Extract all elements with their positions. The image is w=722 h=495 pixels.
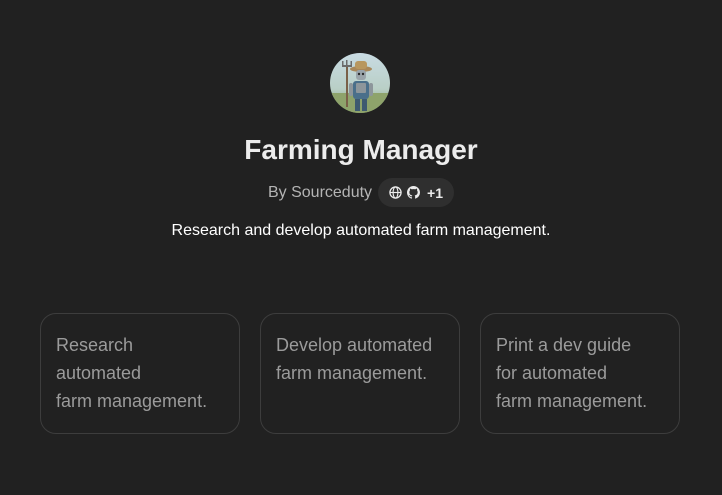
links-pill[interactable]: +1 bbox=[378, 178, 455, 207]
links-extra-count: +1 bbox=[427, 184, 444, 201]
conversation-starter-3[interactable]: Print a dev guide for automated farm man… bbox=[480, 313, 680, 434]
conversation-starter-2[interactable]: Develop automated farm management. bbox=[260, 313, 460, 434]
byline: By Sourceduty +1 bbox=[0, 178, 722, 207]
gpt-description: Research and develop automated farm mana… bbox=[171, 222, 551, 239]
farmer-robot-avatar-icon bbox=[330, 53, 390, 113]
author-name: By Sourceduty bbox=[267, 183, 373, 201]
github-icon bbox=[407, 186, 421, 199]
gpt-title: Farming Manager bbox=[244, 134, 478, 165]
conversation-starter-1[interactable]: Research automated farm management. bbox=[40, 313, 240, 434]
gpt-avatar bbox=[330, 53, 390, 113]
globe-icon bbox=[389, 186, 402, 199]
